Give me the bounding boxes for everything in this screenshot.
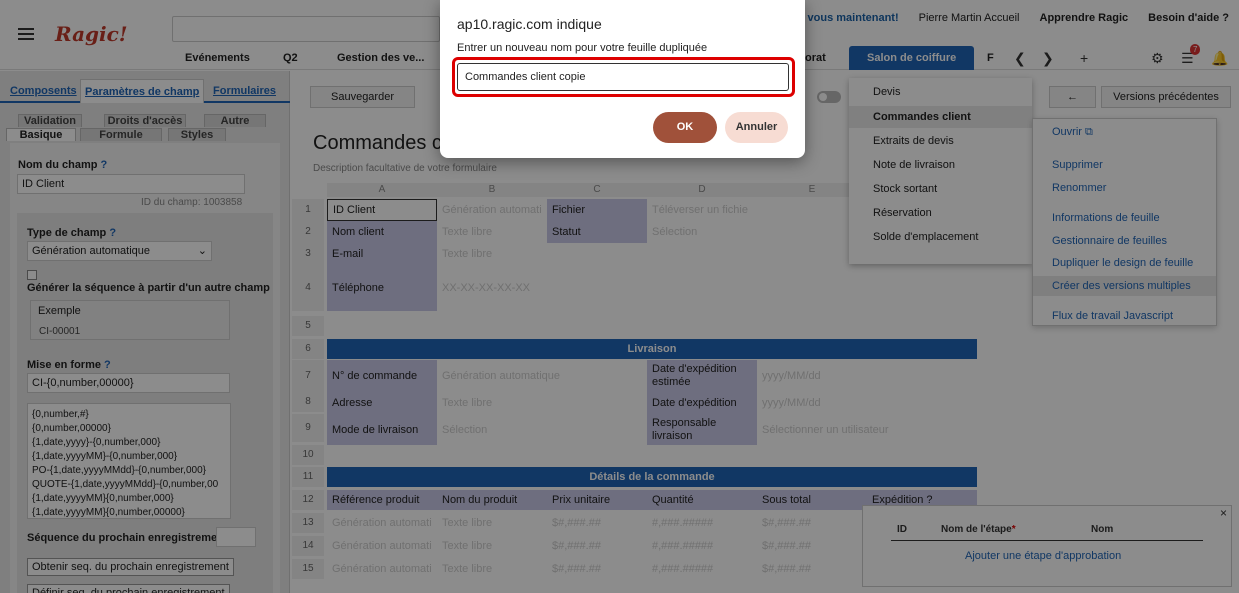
rename-dialog: ap10.ragic.com indique Entrer un nouveau… — [440, 0, 805, 158]
dialog-title: ap10.ragic.com indique — [457, 16, 602, 32]
dialog-message: Entrer un nouveau nom pour votre feuille… — [457, 42, 708, 54]
ok-button[interactable]: OK — [653, 112, 717, 143]
new-sheet-name-input[interactable] — [457, 63, 789, 91]
cancel-button[interactable]: Annuler — [725, 112, 788, 143]
